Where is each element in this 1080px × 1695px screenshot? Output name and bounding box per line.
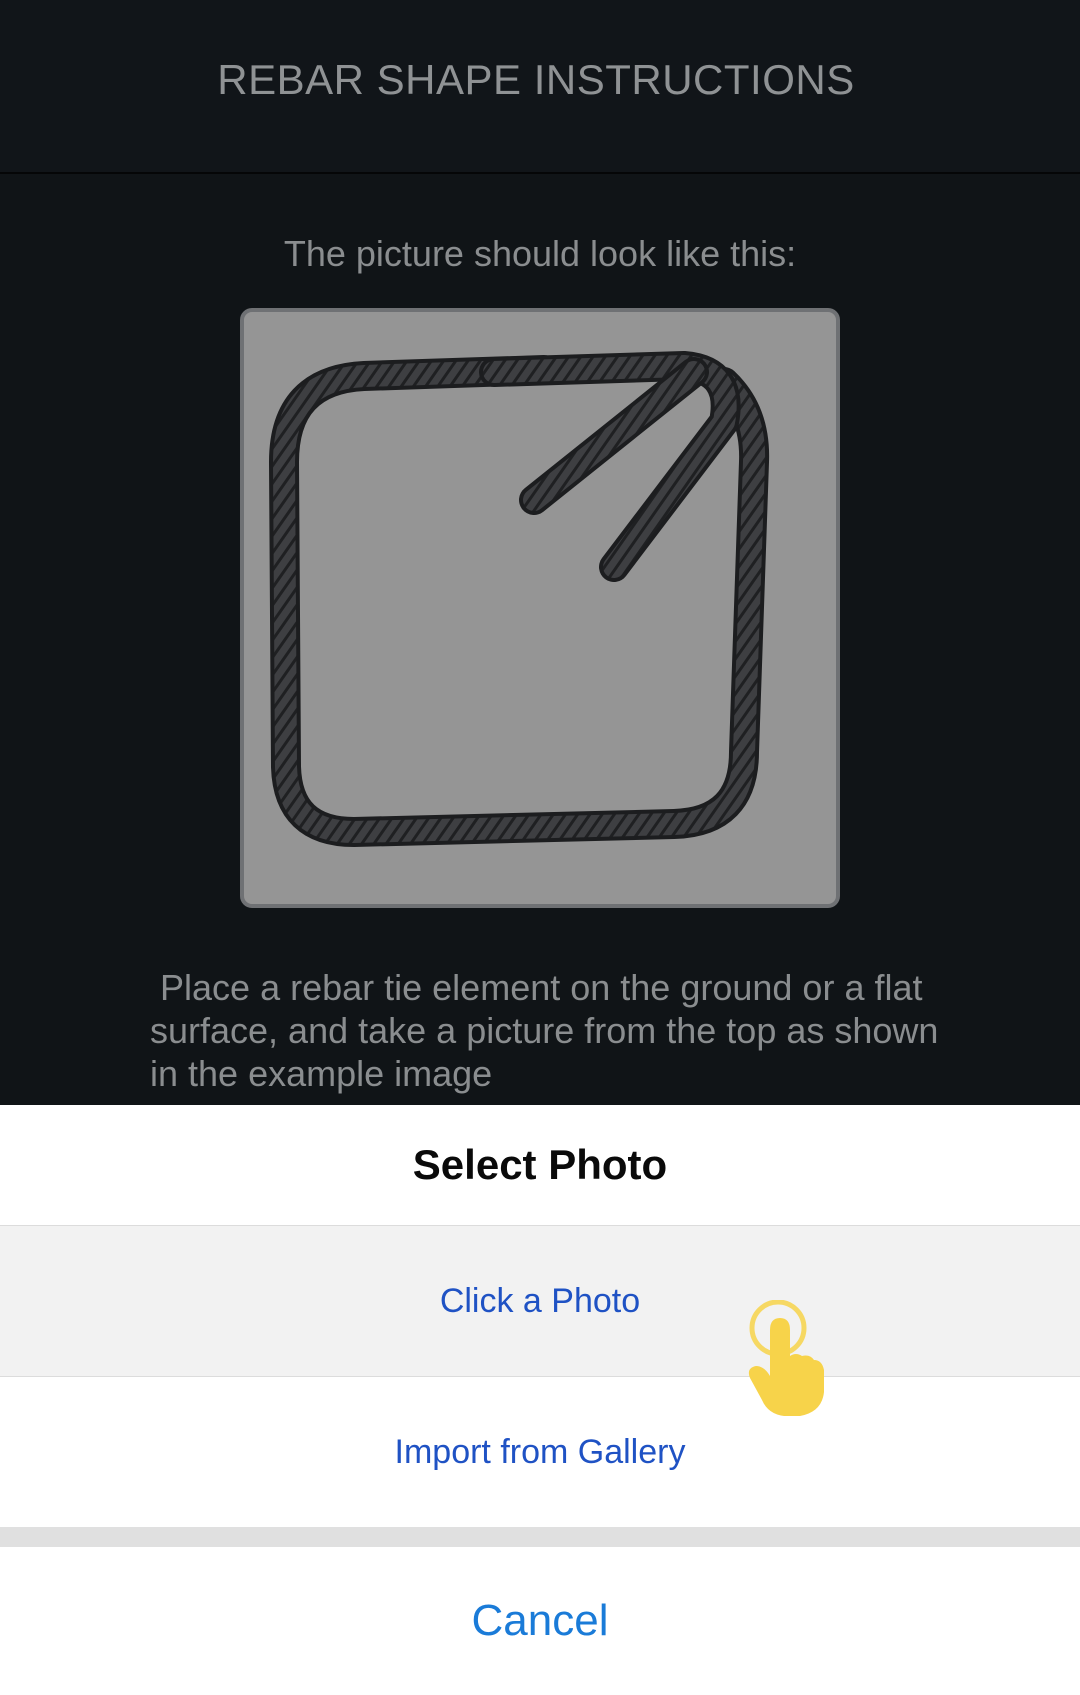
app-screen: REBAR SHAPE INSTRUCTIONS The picture sho…	[0, 0, 1080, 1695]
action-sheet-divider	[0, 1527, 1080, 1547]
page-title: REBAR SHAPE INSTRUCTIONS	[217, 56, 855, 103]
instructions-text: Place a rebar tie element on the ground …	[150, 967, 949, 1094]
click-a-photo-button[interactable]: Click a Photo	[0, 1226, 1080, 1377]
app-header: REBAR SHAPE INSTRUCTIONS	[0, 0, 1080, 174]
import-from-gallery-button[interactable]: Import from Gallery	[0, 1377, 1080, 1527]
rebar-tie-example-image	[240, 308, 840, 908]
select-photo-action-sheet: Select Photo Click a Photo Import from G…	[0, 1105, 1080, 1695]
example-caption: The picture should look like this:	[283, 233, 797, 274]
action-sheet-title: Select Photo	[0, 1105, 1080, 1226]
cancel-button[interactable]: Cancel	[0, 1547, 1080, 1695]
